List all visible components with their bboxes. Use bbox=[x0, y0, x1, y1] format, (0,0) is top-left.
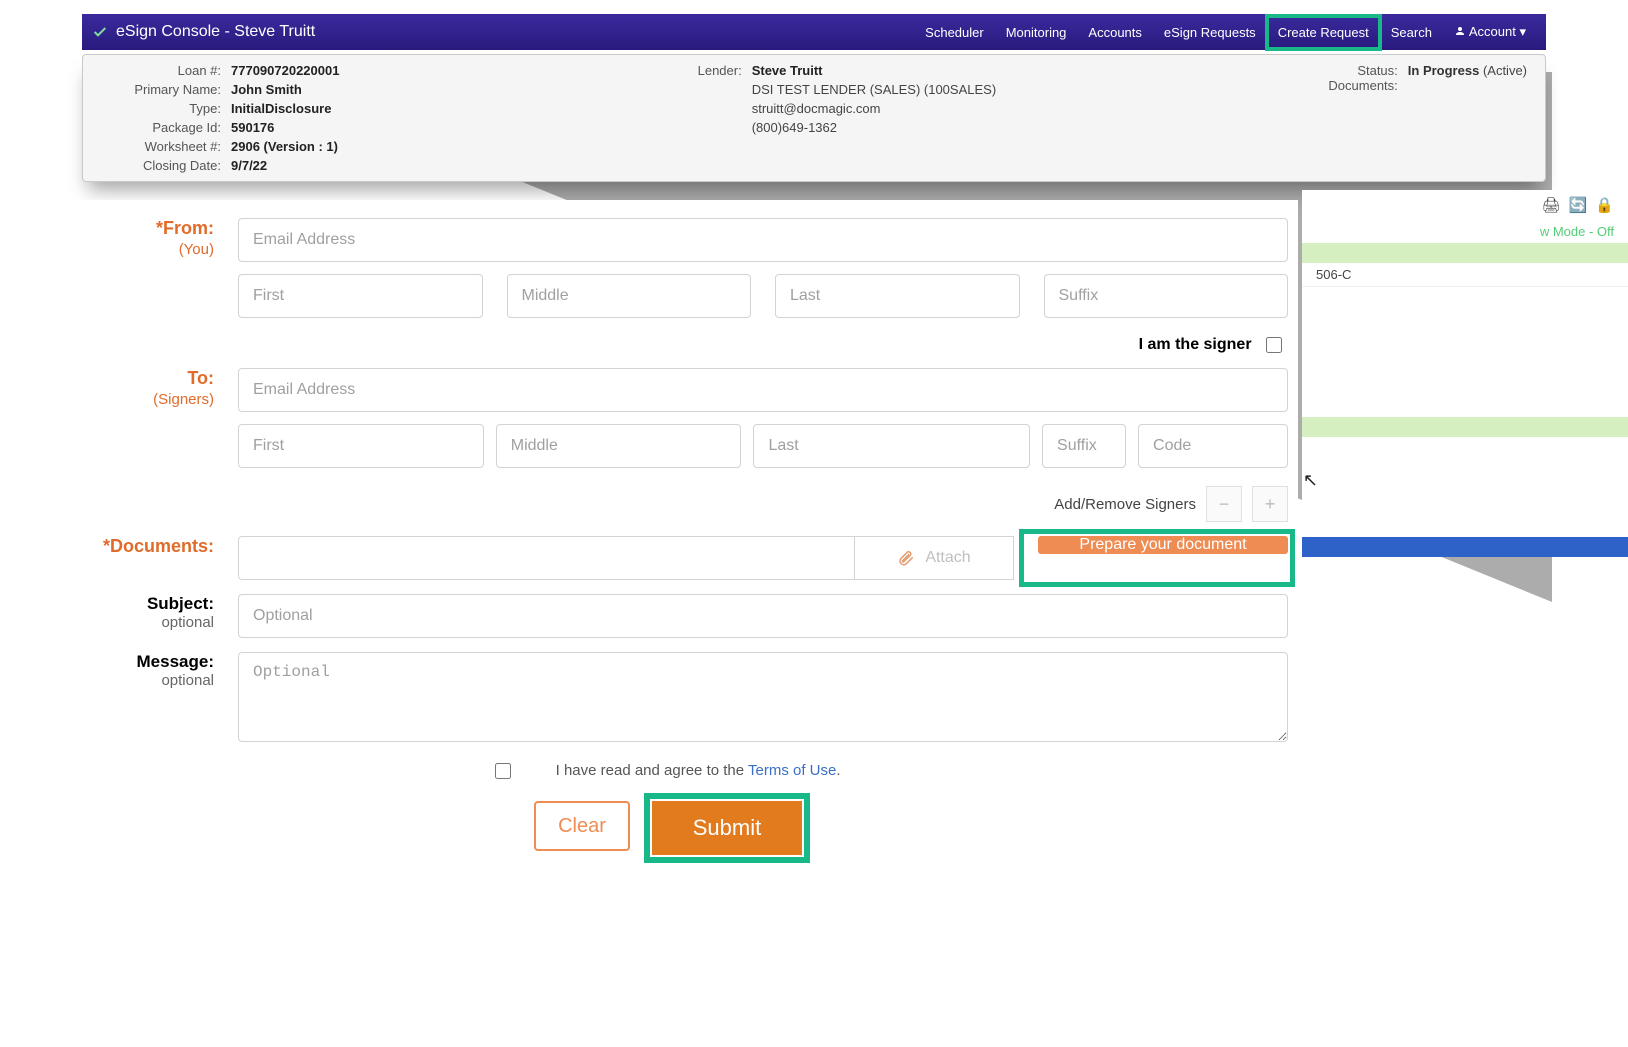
side-mode: w Mode - Off bbox=[1302, 220, 1628, 243]
from-email-input[interactable] bbox=[238, 218, 1288, 262]
terms-checkbox[interactable] bbox=[495, 763, 511, 779]
message-label: Message: bbox=[137, 652, 214, 671]
to-sublabel: (Signers) bbox=[38, 391, 214, 408]
from-first-input[interactable] bbox=[238, 274, 483, 318]
value-status: In Progress bbox=[1408, 63, 1480, 78]
label-lender: Lender: bbox=[672, 63, 742, 173]
i-am-signer-label: I am the signer bbox=[1139, 336, 1252, 353]
to-middle-input[interactable] bbox=[496, 424, 742, 468]
nav-search[interactable]: Search bbox=[1381, 17, 1442, 48]
documents-list-area bbox=[238, 536, 854, 580]
documents-label: *Documents: bbox=[103, 536, 214, 556]
attach-button[interactable]: Attach bbox=[854, 536, 1014, 580]
nav-esign-requests[interactable]: eSign Requests bbox=[1154, 17, 1266, 48]
top-navbar: eSign Console - Steve Truitt Scheduler M… bbox=[82, 14, 1546, 50]
label-status: Status: bbox=[1328, 63, 1397, 78]
clear-button[interactable]: Clear bbox=[534, 801, 630, 851]
lock-icon[interactable]: 🔒 bbox=[1595, 196, 1614, 214]
to-label: To: bbox=[187, 368, 214, 388]
side-blue-row bbox=[1302, 537, 1628, 557]
nav-scheduler[interactable]: Scheduler bbox=[915, 17, 994, 48]
submit-button[interactable]: Submit bbox=[652, 801, 802, 855]
header-left-values: 777090720220001 John Smith InitialDisclo… bbox=[231, 63, 339, 173]
value-lender-name: Steve Truitt bbox=[752, 63, 996, 78]
nav-create-request[interactable]: Create Request bbox=[1268, 17, 1379, 48]
header-left-labels: Loan #: Primary Name: Type: Package Id: … bbox=[101, 63, 221, 173]
value-closing-date: 9/7/22 bbox=[231, 158, 339, 173]
from-sublabel: (You) bbox=[38, 241, 214, 258]
value-lender-email: struitt@docmagic.com bbox=[752, 101, 996, 116]
message-input[interactable] bbox=[238, 652, 1288, 742]
app-title-area: eSign Console - Steve Truitt bbox=[82, 23, 915, 41]
value-type: InitialDisclosure bbox=[231, 101, 339, 116]
value-worksheet: 2906 (Version : 1) bbox=[231, 139, 339, 154]
header-right: Status: Documents: In Progress (Active) bbox=[1328, 63, 1527, 173]
add-signer-button[interactable]: + bbox=[1252, 486, 1288, 522]
side-icons: 🖨 🔄 🔒 bbox=[1302, 190, 1628, 220]
label-package-id: Package Id: bbox=[101, 120, 221, 135]
to-first-input[interactable] bbox=[238, 424, 484, 468]
value-package-id: 590176 bbox=[231, 120, 339, 135]
value-lender-phone: (800)649-1362 bbox=[752, 120, 996, 135]
label-worksheet: Worksheet #: bbox=[101, 139, 221, 154]
label-documents: Documents: bbox=[1328, 78, 1397, 93]
subject-input[interactable] bbox=[238, 594, 1288, 638]
value-status-sub: (Active) bbox=[1483, 63, 1527, 78]
label-closing-date: Closing Date: bbox=[101, 158, 221, 173]
side-green-row-2 bbox=[1302, 417, 1628, 437]
value-primary-name: John Smith bbox=[231, 82, 339, 97]
message-optional: optional bbox=[38, 672, 214, 689]
subject-label: Subject: bbox=[147, 594, 214, 613]
remove-signer-button[interactable]: − bbox=[1206, 486, 1242, 522]
value-loan-number: 777090720220001 bbox=[231, 63, 339, 78]
app-title: eSign Console - Steve Truitt bbox=[116, 23, 315, 41]
to-suffix-input[interactable] bbox=[1042, 424, 1126, 468]
nav-monitoring[interactable]: Monitoring bbox=[996, 17, 1077, 48]
terms-text: I have read and agree to the bbox=[556, 762, 748, 779]
refresh-icon[interactable]: 🔄 bbox=[1569, 196, 1588, 214]
printer-icon[interactable]: 🖨 bbox=[1542, 196, 1561, 214]
label-loan-number: Loan #: bbox=[101, 63, 221, 78]
nav-account[interactable]: Account ▾ bbox=[1444, 16, 1536, 48]
label-type: Type: bbox=[101, 101, 221, 116]
navbar-links: Scheduler Monitoring Accounts eSign Requ… bbox=[915, 16, 1536, 48]
value-lender-company: DSI TEST LENDER (SALES) (100SALES) bbox=[752, 82, 996, 97]
create-request-form: *From: (You) I am the signer To: (Signer… bbox=[38, 200, 1298, 895]
nav-accounts[interactable]: Accounts bbox=[1078, 17, 1151, 48]
side-line-1[interactable]: 506-C bbox=[1302, 263, 1628, 287]
from-last-input[interactable] bbox=[775, 274, 1020, 318]
paperclip-icon bbox=[897, 549, 915, 567]
from-suffix-input[interactable] bbox=[1044, 274, 1289, 318]
subject-optional: optional bbox=[38, 614, 214, 631]
user-icon bbox=[1454, 25, 1466, 37]
app-logo-icon bbox=[92, 24, 108, 40]
to-code-input[interactable] bbox=[1138, 424, 1288, 468]
add-remove-label: Add/Remove Signers bbox=[1054, 496, 1196, 513]
terms-link[interactable]: Terms of Use bbox=[748, 762, 836, 779]
cursor-icon: ↖ bbox=[1303, 470, 1318, 491]
header-center: Lender: Steve Truitt DSI TEST LENDER (SA… bbox=[339, 63, 1328, 173]
to-last-input[interactable] bbox=[753, 424, 1030, 468]
to-email-input[interactable] bbox=[238, 368, 1288, 412]
from-middle-input[interactable] bbox=[507, 274, 752, 318]
label-primary-name: Primary Name: bbox=[101, 82, 221, 97]
from-label: *From: bbox=[156, 218, 214, 238]
i-am-signer-checkbox[interactable] bbox=[1266, 337, 1282, 353]
prepare-document-button[interactable]: Prepare your document bbox=[1038, 536, 1288, 554]
loan-header-panel: Loan #: Primary Name: Type: Package Id: … bbox=[82, 54, 1546, 182]
side-info-panel: 🖨 🔄 🔒 w Mode - Off 506-C ↖ bbox=[1302, 190, 1628, 557]
side-green-row bbox=[1302, 243, 1628, 263]
